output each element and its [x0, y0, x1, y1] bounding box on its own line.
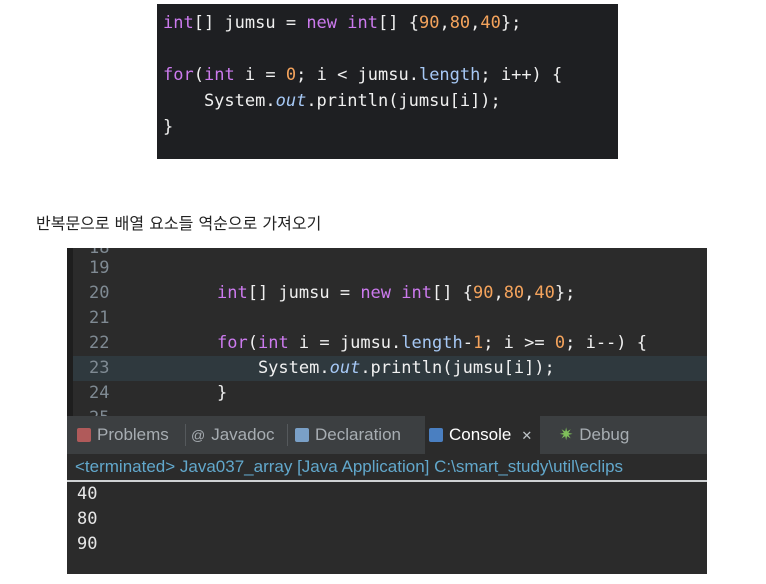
tab-declaration[interactable]: Declaration [295, 416, 401, 454]
caption-text: 반복문으로 배열 요소들 역순으로 가져오기 [36, 214, 322, 233]
tab-separator [287, 424, 288, 446]
code-snippet: int[] jumsu = new int[] {90,80,40}; for(… [157, 4, 618, 159]
console-output-line: 40 [77, 484, 98, 504]
snippet-line-1: int[] jumsu = new int[] {90,80,40}; [163, 13, 522, 33]
editor-line-23: 23 System.out.println(jumsu[i]); [73, 356, 707, 381]
javadoc-icon: @ [191, 427, 206, 443]
code-editor[interactable]: 18 19 20 int[] jumsu = new int[] {90,80,4… [67, 248, 707, 416]
tab-debug[interactable]: ✷ Debug [559, 416, 629, 454]
console-output-line: 90 [77, 534, 98, 554]
debug-icon: ✷ [559, 425, 574, 444]
editor-line-21: 21 [89, 308, 110, 328]
problems-icon [77, 428, 91, 442]
editor-line-partial-bottom: 25 [73, 406, 707, 416]
snippet-line-2 [163, 36, 618, 62]
editor-line-20: 20 int[] jumsu = new int[] {90,80,40}; [89, 283, 576, 303]
editor-line-24: 24} [89, 383, 228, 403]
eclipse-ide: 18 19 20 int[] jumsu = new int[] {90,80,4… [67, 248, 707, 574]
editor-line-22: 22 for(int i = jumsu.length-1; i >= 0; i-… [89, 333, 647, 353]
console-icon [429, 428, 443, 442]
console-divider [67, 480, 707, 482]
snippet-line-3: for(int i = 0; i < jumsu.length; i++) { [163, 65, 563, 85]
tab-problems[interactable]: Problems [77, 416, 169, 454]
close-icon[interactable]: ✕ [521, 428, 532, 443]
tab-javadoc[interactable]: @ Javadoc [191, 416, 275, 454]
tab-console[interactable]: Console ✕ [425, 416, 541, 454]
snippet-line-5: } [163, 117, 174, 137]
console-status-line: <terminated> Java037_array [Java Applica… [67, 454, 707, 480]
declaration-icon [295, 428, 309, 442]
tab-separator [185, 424, 186, 446]
view-tab-bar: Problems @ Javadoc Declaration Console ✕ ✷… [67, 416, 707, 454]
snippet-line-4: System.out.println(jumsu[i]); [163, 91, 501, 111]
editor-line-19: 19 [89, 258, 110, 278]
console-output-line: 80 [77, 509, 98, 529]
